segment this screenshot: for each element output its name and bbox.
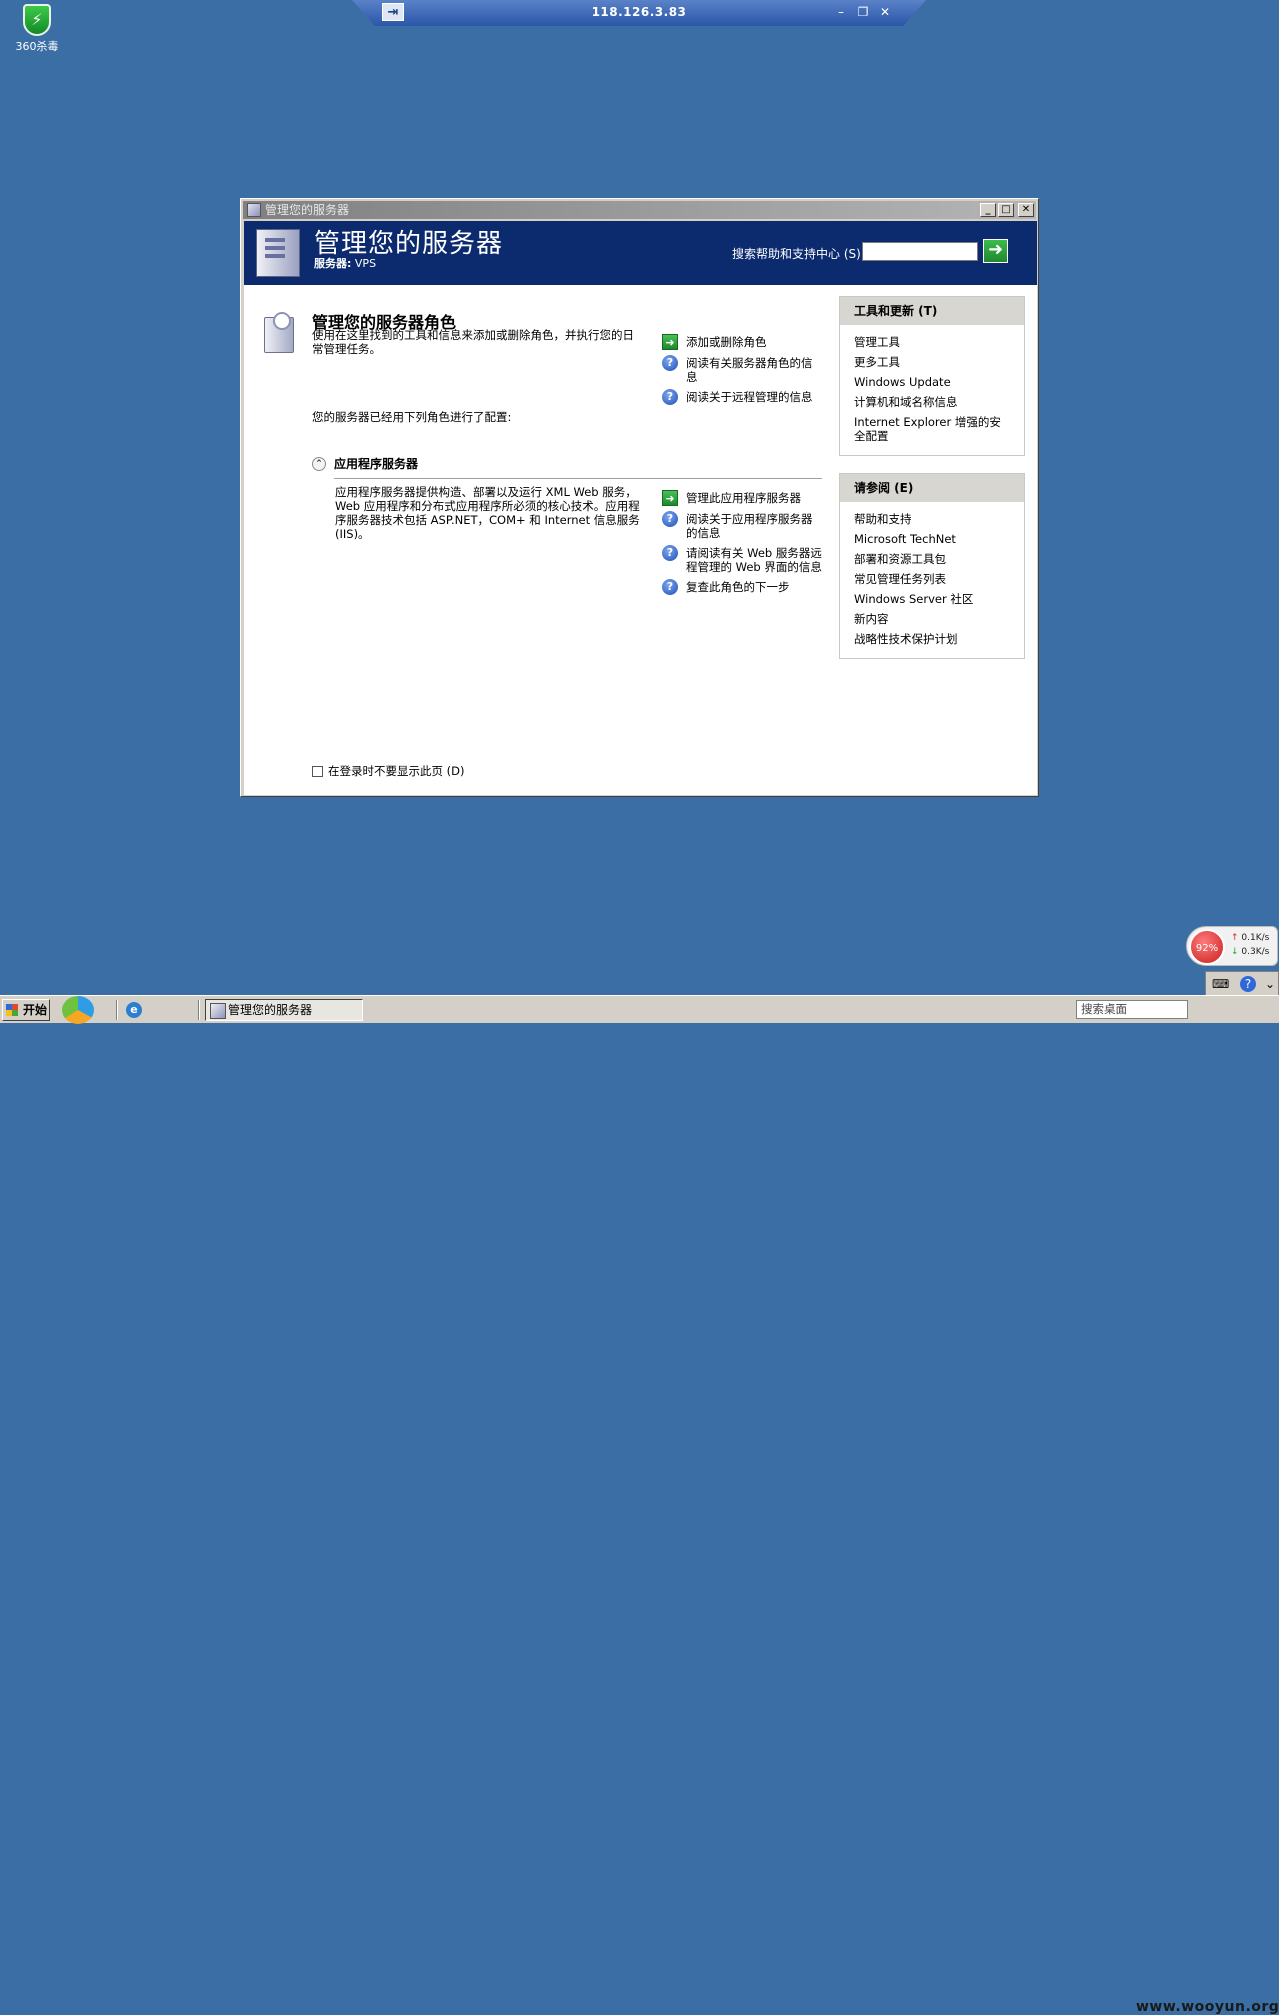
server-roles-icon <box>264 312 294 353</box>
desktop-icon-360[interactable]: ⚡ 360杀毒 <box>10 4 64 54</box>
minimize-button[interactable]: _ <box>980 203 996 217</box>
link-label: 复查此角色的下一步 <box>686 580 790 594</box>
360-icon[interactable] <box>62 996 94 1024</box>
window-titlebar[interactable]: 管理您的服务器 _ □ ✕ <box>243 201 1036 219</box>
link-label: 阅读关于远程管理的信息 <box>686 390 813 404</box>
upload-speed: 0.1K/s <box>1231 933 1269 943</box>
server-icon <box>256 229 300 277</box>
role-links: ➜ 管理此应用程序服务器 ? 阅读关于应用程序服务器的信息 ? 请阅读有关 We… <box>662 490 822 601</box>
search-go-button[interactable]: ➜ <box>983 239 1008 263</box>
collapse-icon[interactable]: ⌃ <box>312 456 326 471</box>
search-label: 搜索帮助和支持中心 (S) <box>732 247 861 261</box>
link-manage-app-server[interactable]: ➜ 管理此应用程序服务器 <box>662 490 822 506</box>
startup-option[interactable]: 在登录时不要显示此页 (D) <box>312 763 464 779</box>
taskbar-item-manage-server[interactable]: 管理您的服务器 <box>205 999 363 1021</box>
top-links: ➜ 添加或删除角色 ? 阅读有关服务器角色的信息 ? 阅读关于远程管理的信息 <box>662 334 822 411</box>
sidebar-item-ie-esc[interactable]: Internet Explorer 增强的安全配置 <box>854 415 1010 443</box>
shield-icon: ⚡ <box>23 4 51 36</box>
sidebar-item-help[interactable]: 帮助和支持 <box>854 512 1010 526</box>
help-icon: ? <box>662 579 678 595</box>
arrow-icon: ➜ <box>662 490 678 506</box>
link-read-roles-info[interactable]: ? 阅读有关服务器角色的信息 <box>662 355 822 384</box>
panel-title: 工具和更新 (T) <box>840 297 1024 325</box>
server-label: 服务器: <box>314 257 352 270</box>
divider <box>198 1000 200 1020</box>
link-read-app-server[interactable]: ? 阅读关于应用程序服务器的信息 <box>662 511 822 540</box>
sidebar-item-whats-new[interactable]: 新内容 <box>854 612 1010 626</box>
help-icon[interactable]: ? <box>1240 976 1256 992</box>
link-add-remove-roles[interactable]: ➜ 添加或删除角色 <box>662 334 822 350</box>
configured-roles-text: 您的服务器已经用下列角色进行了配置: <box>312 410 512 424</box>
window-title: 管理您的服务器 <box>265 203 350 217</box>
dont-show-checkbox[interactable] <box>312 765 323 777</box>
link-label: 请阅读有关 Web 服务器远程管理的 Web 界面的信息 <box>686 546 822 574</box>
panel-title: 请参阅 (E) <box>840 474 1024 502</box>
usage-badge: 92% <box>1189 929 1225 965</box>
server-icon <box>247 203 261 217</box>
minimize-icon[interactable]: – <box>832 3 850 21</box>
sidebar-item-deployment-kit[interactable]: 部署和资源工具包 <box>854 552 1010 566</box>
sidebar-item-security-plan[interactable]: 战略性技术保护计划 <box>854 632 1010 646</box>
link-label: 阅读有关服务器角色的信息 <box>686 356 813 384</box>
watermark: www.wooyun.org <box>1136 1999 1279 2015</box>
server-value: VPS <box>354 257 377 270</box>
help-icon: ? <box>662 355 678 371</box>
remote-desktop-bar: ⇥ 118.126.3.83 – ❐ ✕ <box>352 0 926 26</box>
divider <box>116 1000 118 1020</box>
link-read-remote-admin[interactable]: ? 阅读关于远程管理的信息 <box>662 389 822 405</box>
maximize-button[interactable]: □ <box>998 203 1014 217</box>
arrow-icon: ➜ <box>662 334 678 350</box>
sidebar-item-more-tools[interactable]: 更多工具 <box>854 355 1010 369</box>
chevron-down-icon[interactable]: ⌄ <box>1262 976 1278 992</box>
desktop-icon-label: 360杀毒 <box>15 40 59 53</box>
main-content: 管理您的服务器角色 使用在这里找到的工具和信息来添加或删除角色，并执行您的日常管… <box>244 285 1037 795</box>
header-banner: 管理您的服务器 服务器: VPS 搜索帮助和支持中心 (S) ➜ <box>244 221 1037 285</box>
help-icon: ? <box>662 389 678 405</box>
tools-updates-panel: 工具和更新 (T) 管理工具 更多工具 Windows Update 计算机和域… <box>839 296 1025 456</box>
close-button[interactable]: ✕ <box>1018 203 1034 217</box>
sidebar-item-task-list[interactable]: 常见管理任务列表 <box>854 572 1010 586</box>
divider <box>334 478 822 479</box>
help-icon: ? <box>662 511 678 527</box>
see-also-panel: 请参阅 (E) 帮助和支持 Microsoft TechNet 部署和资源工具包… <box>839 473 1025 659</box>
checkbox-label: 在登录时不要显示此页 (D) <box>328 764 465 778</box>
download-speed: 0.3K/s <box>1231 947 1269 957</box>
link-label: 管理此应用程序服务器 <box>686 491 801 505</box>
sidebar-item-technet[interactable]: Microsoft TechNet <box>854 532 1010 546</box>
network-monitor[interactable]: 92% 0.1K/s 0.3K/s <box>1186 926 1278 966</box>
link-label: 添加或删除角色 <box>686 335 767 349</box>
ie-icon[interactable]: e <box>126 1002 142 1018</box>
close-icon[interactable]: ✕ <box>876 3 894 21</box>
start-button[interactable]: 开始 <box>2 999 50 1021</box>
taskbar: 开始 e 管理您的服务器 搜索桌面 www.wooyun.org <box>0 995 1279 2015</box>
search-input[interactable] <box>862 242 978 261</box>
manage-server-window: 管理您的服务器 _ □ ✕ 管理您的服务器 服务器: VPS 搜索帮助和支持中心… <box>240 198 1039 797</box>
keyboard-icon[interactable]: ⌨ <box>1212 976 1229 992</box>
sidebar-item-admin-tools[interactable]: 管理工具 <box>854 335 1010 349</box>
desktop-search-input[interactable]: 搜索桌面 <box>1076 1000 1188 1019</box>
link-web-remote-admin[interactable]: ? 请阅读有关 Web 服务器远程管理的 Web 界面的信息 <box>662 545 822 574</box>
sidebar-item-community[interactable]: Windows Server 社区 <box>854 592 1010 606</box>
help-icon: ? <box>662 545 678 561</box>
server-name: 服务器: VPS <box>314 255 376 271</box>
link-next-steps[interactable]: ? 复查此角色的下一步 <box>662 579 822 595</box>
sidebar-item-computer-info[interactable]: 计算机和域名称信息 <box>854 395 1010 409</box>
sidebar-item-windows-update[interactable]: Windows Update <box>854 375 1010 389</box>
role-name: 应用程序服务器 <box>334 457 419 471</box>
restore-icon[interactable]: ❐ <box>854 3 872 21</box>
role-description: 应用程序服务器提供构造、部署以及运行 XML Web 服务，Web 应用程序和分… <box>335 485 640 541</box>
role-header[interactable]: ⌃ 应用程序服务器 <box>312 455 418 472</box>
link-label: 阅读关于应用程序服务器的信息 <box>686 512 813 540</box>
section-description: 使用在这里找到的工具和信息来添加或删除角色，并执行您的日常管理任务。 <box>312 328 634 356</box>
tray-popup: ⌨ ? ⌄ <box>1205 971 1279 995</box>
